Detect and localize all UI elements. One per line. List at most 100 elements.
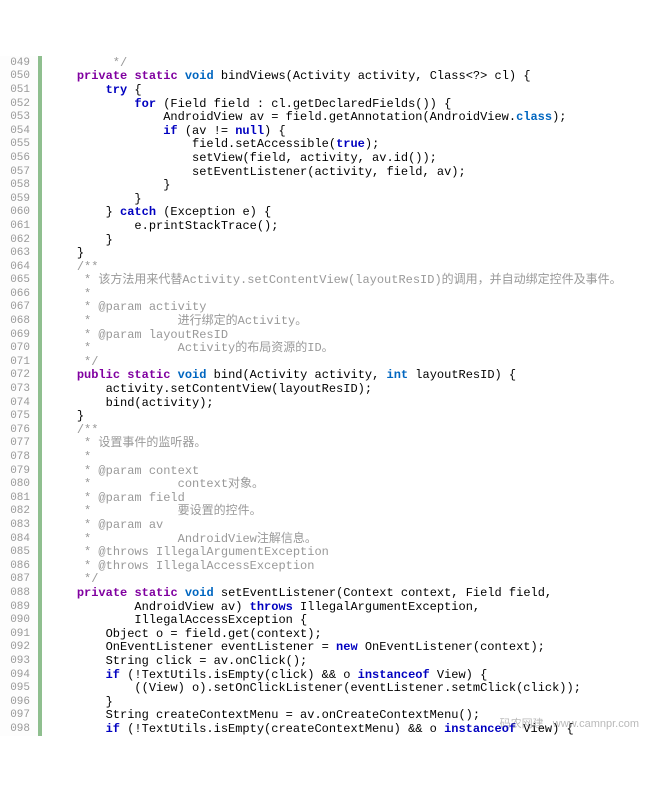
gutter-divider xyxy=(39,382,42,396)
code-line: 087 */ xyxy=(0,573,651,587)
line-number: 063 xyxy=(0,246,39,260)
gutter-divider xyxy=(39,246,42,260)
gutter-divider xyxy=(39,722,42,736)
code-content: } xyxy=(48,192,142,206)
code-line: 081 * @param field xyxy=(0,491,651,505)
line-number: 061 xyxy=(0,219,39,233)
gutter-divider xyxy=(39,518,42,532)
code-content: * 该方法用来代替Activity.setContentView(layoutR… xyxy=(48,273,622,287)
gutter-divider xyxy=(39,178,42,192)
code-content: if (!TextUtils.isEmpty(createContextMenu… xyxy=(48,722,574,736)
code-content: } xyxy=(48,246,84,260)
code-content: setView(field, activity, av.id()); xyxy=(48,151,437,165)
gutter-divider xyxy=(39,124,42,138)
code-line: 061 e.printStackTrace(); xyxy=(0,219,651,233)
line-number: 072 xyxy=(0,368,39,382)
gutter-divider xyxy=(39,709,42,723)
code-content: } xyxy=(48,695,113,709)
code-line: 064 /** xyxy=(0,260,651,274)
line-number: 074 xyxy=(0,396,39,410)
code-line: 065 * 该方法用来代替Activity.setContentView(lay… xyxy=(0,274,651,288)
code-content: AndroidView av) throws IllegalArgumentEx… xyxy=(48,600,480,614)
gutter-divider xyxy=(39,110,42,124)
code-content: * 设置事件的监听器。 xyxy=(48,436,206,450)
code-content: IllegalAccessException { xyxy=(48,613,307,627)
code-content: */ xyxy=(48,572,98,586)
code-line: 054 if (av != null) { xyxy=(0,124,651,138)
gutter-divider xyxy=(39,56,42,70)
code-content: field.setAccessible(true); xyxy=(48,137,379,151)
gutter-divider xyxy=(39,464,42,478)
gutter-divider xyxy=(39,668,42,682)
gutter-divider xyxy=(39,97,42,111)
code-line: 058 } xyxy=(0,178,651,192)
line-number: 049 xyxy=(0,56,39,70)
line-number: 057 xyxy=(0,165,39,179)
code-line: 060 } catch (Exception e) { xyxy=(0,206,651,220)
code-content: public static void bind(Activity activit… xyxy=(48,368,516,382)
code-content: * @param activity xyxy=(48,300,206,314)
line-number: 076 xyxy=(0,423,39,437)
code-content: bind(activity); xyxy=(48,396,214,410)
gutter-divider xyxy=(39,450,42,464)
code-content: * @throws IllegalAccessException xyxy=(48,559,314,573)
gutter-divider xyxy=(39,491,42,505)
gutter-divider xyxy=(39,437,42,451)
line-number: 073 xyxy=(0,382,39,396)
code-line: 098 if (!TextUtils.isEmpty(createContext… xyxy=(0,722,651,736)
gutter-divider xyxy=(39,369,42,383)
gutter-divider xyxy=(39,559,42,573)
code-line: 077 * 设置事件的监听器。 xyxy=(0,437,651,451)
code-content: } xyxy=(48,233,113,247)
code-line: 085 * @throws IllegalArgumentException xyxy=(0,545,651,559)
code-content: OnEventListener eventListener = new OnEv… xyxy=(48,640,545,654)
gutter-divider xyxy=(39,83,42,97)
code-line: 089 AndroidView av) throws IllegalArgume… xyxy=(0,600,651,614)
code-content: * @param field xyxy=(48,491,185,505)
line-number: 080 xyxy=(0,477,39,491)
line-number: 085 xyxy=(0,545,39,559)
gutter-divider xyxy=(39,681,42,695)
code-content: } catch (Exception e) { xyxy=(48,205,271,219)
line-number: 096 xyxy=(0,695,39,709)
gutter-divider xyxy=(39,505,42,519)
code-listing: 049 */050 private static void bindViews(… xyxy=(0,56,651,736)
gutter-divider xyxy=(39,301,42,315)
line-number: 079 xyxy=(0,464,39,478)
line-number: 077 xyxy=(0,436,39,450)
line-number: 051 xyxy=(0,83,39,97)
code-line: 051 try { xyxy=(0,83,651,97)
line-number: 056 xyxy=(0,151,39,165)
code-content: * 进行绑定的Activity。 xyxy=(48,314,307,328)
code-content: * @throws IllegalArgumentException xyxy=(48,545,329,559)
gutter-divider xyxy=(39,287,42,301)
gutter-divider xyxy=(39,165,42,179)
gutter-divider xyxy=(39,192,42,206)
code-line: 059 } xyxy=(0,192,651,206)
code-line: 057 setEventListener(activity, field, av… xyxy=(0,165,651,179)
line-number: 065 xyxy=(0,273,39,287)
line-number: 089 xyxy=(0,600,39,614)
gutter-divider xyxy=(39,260,42,274)
code-line: 056 setView(field, activity, av.id()); xyxy=(0,151,651,165)
line-number: 071 xyxy=(0,355,39,369)
line-number: 050 xyxy=(0,69,39,83)
gutter-divider xyxy=(39,627,42,641)
code-content: String createContextMenu = av.onCreateCo… xyxy=(48,708,480,722)
code-line: 075 } xyxy=(0,409,651,423)
line-number: 093 xyxy=(0,654,39,668)
code-content: String click = av.onClick(); xyxy=(48,654,307,668)
gutter-divider xyxy=(39,613,42,627)
code-content: AndroidView av = field.getAnnotation(And… xyxy=(48,110,567,124)
gutter-divider xyxy=(39,600,42,614)
gutter-divider xyxy=(39,586,42,600)
line-number: 064 xyxy=(0,260,39,274)
line-number: 058 xyxy=(0,178,39,192)
line-number: 081 xyxy=(0,491,39,505)
line-number: 052 xyxy=(0,97,39,111)
code-line: 049 */ xyxy=(0,56,651,70)
gutter-divider xyxy=(39,151,42,165)
line-number: 066 xyxy=(0,287,39,301)
code-content: private static void bindViews(Activity a… xyxy=(48,69,531,83)
gutter-divider xyxy=(39,355,42,369)
